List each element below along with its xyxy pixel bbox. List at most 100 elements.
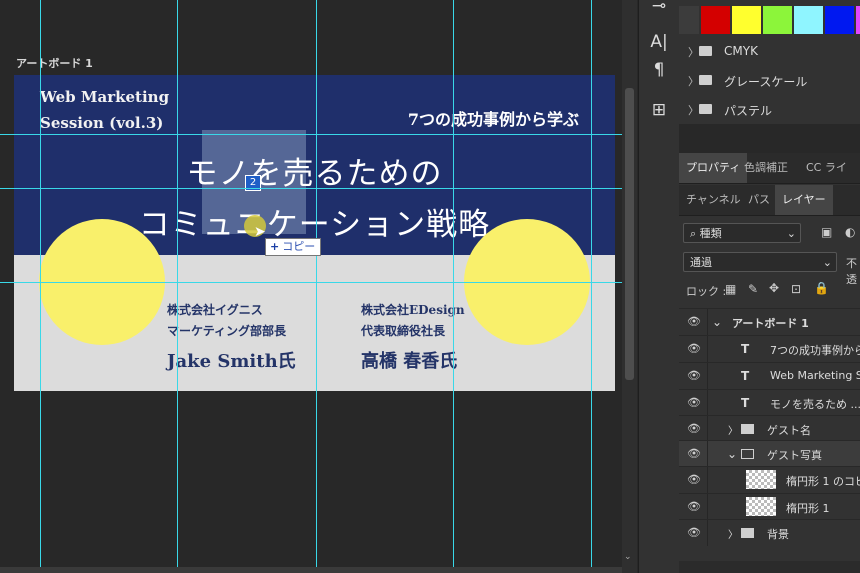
image-filter-icon[interactable]: ▣ [821, 225, 832, 239]
guide-horizontal[interactable] [0, 188, 622, 189]
swatch-strip [679, 0, 860, 38]
crop-artboard-icon[interactable]: ⊞ [639, 100, 679, 120]
guest1-name: Jake Smith氏 [167, 351, 296, 372]
blend-mode-dropdown[interactable]: 通過 ⌄ [683, 252, 837, 272]
eye-icon[interactable]: 👁 [687, 500, 701, 513]
eye-icon[interactable]: 👁 [687, 473, 701, 486]
guest1-company: 株式会社イグニス [167, 303, 263, 317]
lock-label: ロック : [686, 285, 727, 298]
guide-vertical[interactable] [316, 0, 317, 573]
layer-label: 楕円形 1 [786, 502, 830, 515]
layer-guest-name[interactable]: 👁 〉 ゲスト名 [679, 415, 860, 442]
guide-horizontal[interactable] [0, 282, 622, 283]
swatch-cyan[interactable] [794, 6, 823, 34]
layer-label: Web Marketing Se [770, 369, 860, 382]
layer-artboard[interactable]: 👁 ⌄ アートボード 1 [679, 308, 860, 335]
layer-label: ゲスト名 [767, 424, 811, 437]
arrow-cursor-icon: ➤ [254, 224, 266, 240]
layer-background[interactable]: 👁 〉 背景 [679, 519, 860, 546]
adjustment-filter-icon[interactable]: ◐ [845, 225, 855, 239]
swatch-group-grayscale[interactable]: 〉 グレースケール [679, 66, 860, 95]
lock-transparent-icon[interactable]: ▦ [725, 282, 736, 296]
folder-icon [699, 104, 712, 114]
eye-icon[interactable]: 👁 [687, 369, 701, 382]
properties-tab-bar: プロパティ 色調補正 CC ライブラリ [679, 153, 860, 204]
chevron-down-icon: ⌄ [822, 256, 832, 269]
chevron-right-icon[interactable]: 〉 [688, 44, 699, 60]
eye-icon[interactable]: 👁 [687, 422, 701, 435]
layer-label: ゲスト写真 [767, 449, 822, 462]
tool-strip: ⊸ A| ¶ ⊞ [638, 0, 680, 573]
vertical-type-icon[interactable]: A| [639, 32, 679, 52]
swatch-green[interactable] [763, 6, 792, 34]
horizontal-scrollbar[interactable] [0, 567, 622, 573]
guest2-company: 株式会社EDesign [361, 303, 465, 317]
swatch-magenta[interactable] [856, 6, 860, 34]
layer-ellipse[interactable]: 👁 楕円形 1 [679, 493, 860, 520]
chevron-right-icon[interactable]: 〉 [688, 102, 699, 118]
heading-line-2: Session (vol.3) [40, 114, 164, 132]
swatch-group-label: グレースケール [724, 75, 808, 89]
scroll-down-arrow-icon[interactable]: ⌄ [624, 552, 632, 562]
artboard[interactable]: Web Marketing Session (vol.3) 7つの成功事例から学… [14, 75, 615, 391]
lock-all-icon[interactable]: 🔒 [814, 281, 829, 295]
swatch-gray[interactable] [679, 6, 699, 34]
tool-top-icon[interactable]: ⊸ [639, 0, 679, 16]
tab-adjustments[interactable]: 色調補正 [737, 153, 795, 183]
plus-icon: + [270, 240, 280, 253]
tab-paths[interactable]: パス [741, 185, 777, 215]
chevron-down-icon[interactable]: ⌄ [727, 447, 737, 461]
folder-icon [699, 46, 712, 56]
chevron-right-icon[interactable]: 〉 [728, 422, 738, 437]
eye-icon[interactable]: 👁 [687, 396, 701, 409]
eye-icon[interactable]: 👁 [687, 526, 701, 539]
layers-tab-bar: チャンネル パス レイヤー [679, 185, 860, 216]
layer-filter-dropdown[interactable]: ⌕ 種類 ⌄ [683, 223, 801, 243]
chevron-right-icon[interactable]: 〉 [728, 526, 738, 541]
guide-vertical[interactable] [177, 0, 178, 573]
guest1-role: マーケティング部部長 [167, 324, 287, 338]
document-canvas[interactable]: アートボード 1 Web Marketing Session (vol.3) 7… [0, 0, 622, 573]
heading-line-1: Web Marketing [40, 88, 170, 106]
swatch-group-cmyk[interactable]: 〉 CMYK [679, 37, 860, 66]
layer-web-marketing[interactable]: 👁 T Web Marketing Se [679, 362, 860, 389]
guide-vertical[interactable] [453, 0, 454, 573]
chevron-down-icon: ⌄ [786, 227, 796, 240]
paragraph-icon[interactable]: ¶ [639, 60, 679, 80]
folder-icon [741, 424, 754, 434]
open-folder-icon [741, 449, 754, 459]
tab-layers[interactable]: レイヤー [775, 185, 833, 215]
layer-tagline[interactable]: 👁 T 7つの成功事例から [679, 335, 860, 362]
eye-icon[interactable]: 👁 [687, 447, 701, 460]
search-icon: ⌕ [690, 227, 700, 240]
guide-vertical[interactable] [591, 0, 592, 573]
chevron-down-icon[interactable]: ⌄ [712, 315, 722, 329]
chevron-right-icon[interactable]: 〉 [688, 73, 699, 89]
lock-artboard-icon[interactable]: ⊡ [791, 282, 801, 296]
artboard-label[interactable]: アートボード 1 [16, 55, 93, 71]
blend-mode-value: 通過 [690, 256, 712, 269]
tab-cc-libraries[interactable]: CC ライブラリ [799, 153, 860, 204]
lock-position-icon[interactable]: ✥ [769, 281, 779, 295]
swatch-red[interactable] [701, 6, 730, 34]
guide-horizontal[interactable] [0, 134, 622, 135]
tab-channels[interactable]: チャンネル [679, 185, 748, 215]
layer-label: 背景 [767, 528, 789, 541]
guest2-name: 高橋 春香氏 [361, 351, 458, 372]
swatch-blue[interactable] [825, 6, 854, 34]
guest2-role: 代表取締役社長 [361, 324, 446, 338]
layer-guest-photo[interactable]: 👁 ⌄ ゲスト写真 [679, 440, 860, 467]
guide-vertical[interactable] [40, 0, 41, 573]
layer-ellipse-copy[interactable]: 👁 楕円形 1 のコピ [679, 466, 860, 493]
layer-title[interactable]: 👁 T モノを売るため ...ケ [679, 389, 860, 416]
layer-label: アートボード 1 [732, 317, 809, 330]
swatch-yellow[interactable] [732, 6, 761, 34]
swatch-group-label: パステル [724, 104, 773, 118]
eye-icon[interactable]: 👁 [687, 315, 701, 328]
layer-thumbnail [746, 497, 776, 516]
scrollbar-thumb[interactable] [625, 88, 634, 380]
eye-icon[interactable]: 👁 [687, 342, 701, 355]
lock-brush-icon[interactable]: ✎ [748, 282, 758, 296]
text-layer-icon: T [741, 342, 750, 356]
swatch-group-pastel[interactable]: 〉 パステル [679, 95, 860, 124]
